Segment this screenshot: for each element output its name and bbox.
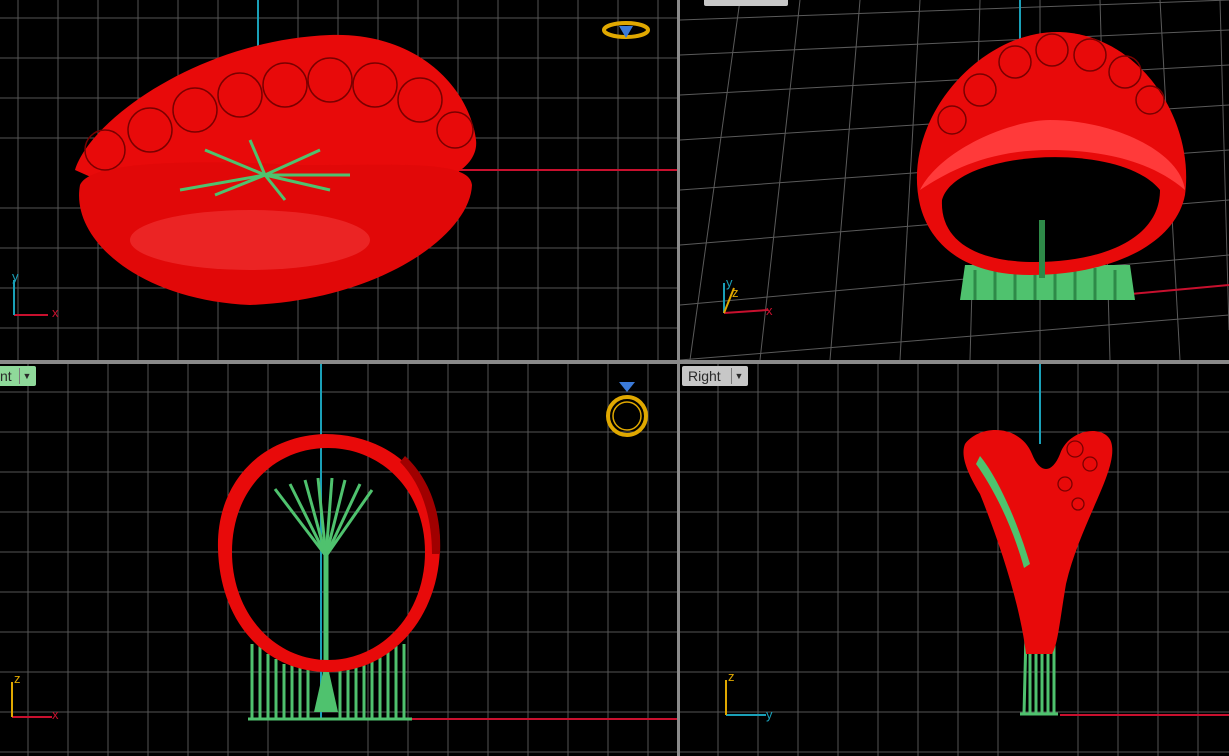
viewport-tab-front[interactable]: nt ▼ [0, 366, 36, 386]
axis-indicator-right [725, 680, 766, 716]
viewport-perspective[interactable]: x y z [680, 0, 1229, 360]
viewport-perspective-canvas [680, 0, 1229, 360]
viewport-right-canvas [680, 364, 1229, 756]
viewport-tab-label: nt [0, 368, 12, 384]
chevron-down-icon[interactable]: ▼ [19, 368, 34, 384]
chevron-down-icon[interactable]: ▼ [731, 368, 746, 384]
ring-model-perspective[interactable] [916, 31, 1187, 300]
viewport-tab-right[interactable]: Right ▼ [682, 366, 748, 386]
axis-label-x: x [52, 305, 59, 320]
viewport-divider-vertical[interactable] [677, 0, 680, 756]
viewport-top[interactable]: x y [0, 0, 677, 360]
viewport-tab-perspective[interactable] [704, 0, 788, 6]
viewport-divider-horizontal[interactable] [0, 360, 1229, 364]
viewport-front[interactable]: x z nt ▼ [0, 364, 677, 756]
axis-label-z: z [728, 669, 735, 684]
axis-indicator-top [13, 280, 48, 316]
axis-label-x: x [52, 707, 59, 722]
ring-model-top[interactable] [75, 34, 477, 305]
viewport-front-canvas [0, 364, 677, 756]
axis-label-y: y [12, 269, 19, 284]
axis-label-z: z [14, 671, 21, 686]
viewport-tab-label: Right [688, 368, 721, 384]
ring-model-front[interactable] [217, 434, 441, 721]
viewport-right[interactable]: y z Right ▼ [680, 364, 1229, 756]
ring-view-widget-icon[interactable] [606, 382, 648, 437]
viewport-top-canvas [0, 0, 677, 360]
ring-model-right[interactable] [963, 430, 1113, 716]
axis-label-x: x [766, 303, 773, 318]
axis-label-y: y [766, 707, 773, 722]
ring-view-widget-icon[interactable] [602, 21, 650, 39]
axis-label-z: z [732, 285, 739, 300]
